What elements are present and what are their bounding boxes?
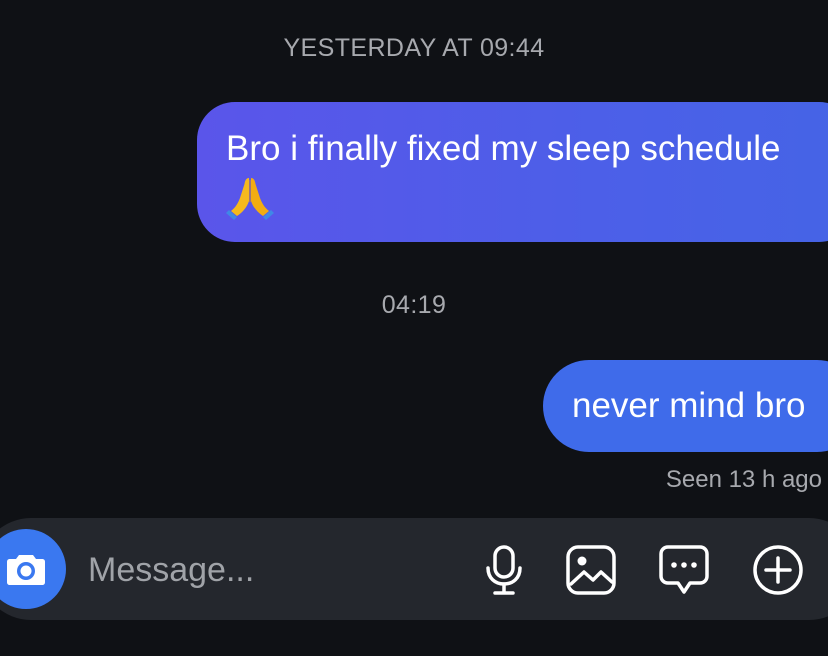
- folded-hands-emoji-icon: [226, 178, 274, 220]
- seen-status: Seen 13 h ago: [665, 466, 822, 493]
- sent-message-bubble[interactable]: Bro i finally fixed my sleep schedule: [197, 102, 828, 242]
- message-text: never mind bro: [572, 386, 806, 425]
- sent-message-bubble[interactable]: never mind bro: [543, 360, 828, 452]
- message-input[interactable]: [88, 546, 428, 594]
- sticker-icon: [659, 545, 709, 594]
- microphone-icon: [486, 545, 522, 595]
- timestamp-yesterday: YESTERDAY AT 09:44: [283, 34, 545, 62]
- message-text: Bro i finally fixed my sleep schedule: [226, 129, 781, 168]
- gallery-icon: [566, 545, 616, 595]
- more-options-button[interactable]: [751, 543, 805, 597]
- timestamp-time: 04:19: [381, 291, 447, 319]
- voice-message-button[interactable]: [477, 543, 531, 597]
- gallery-button[interactable]: [564, 543, 618, 597]
- sticker-button[interactable]: [657, 543, 711, 597]
- plus-icon: [753, 545, 803, 595]
- chat-screen: YESTERDAY AT 09:44 Bro i finally fixed m…: [0, 0, 828, 656]
- camera-icon: [7, 555, 45, 585]
